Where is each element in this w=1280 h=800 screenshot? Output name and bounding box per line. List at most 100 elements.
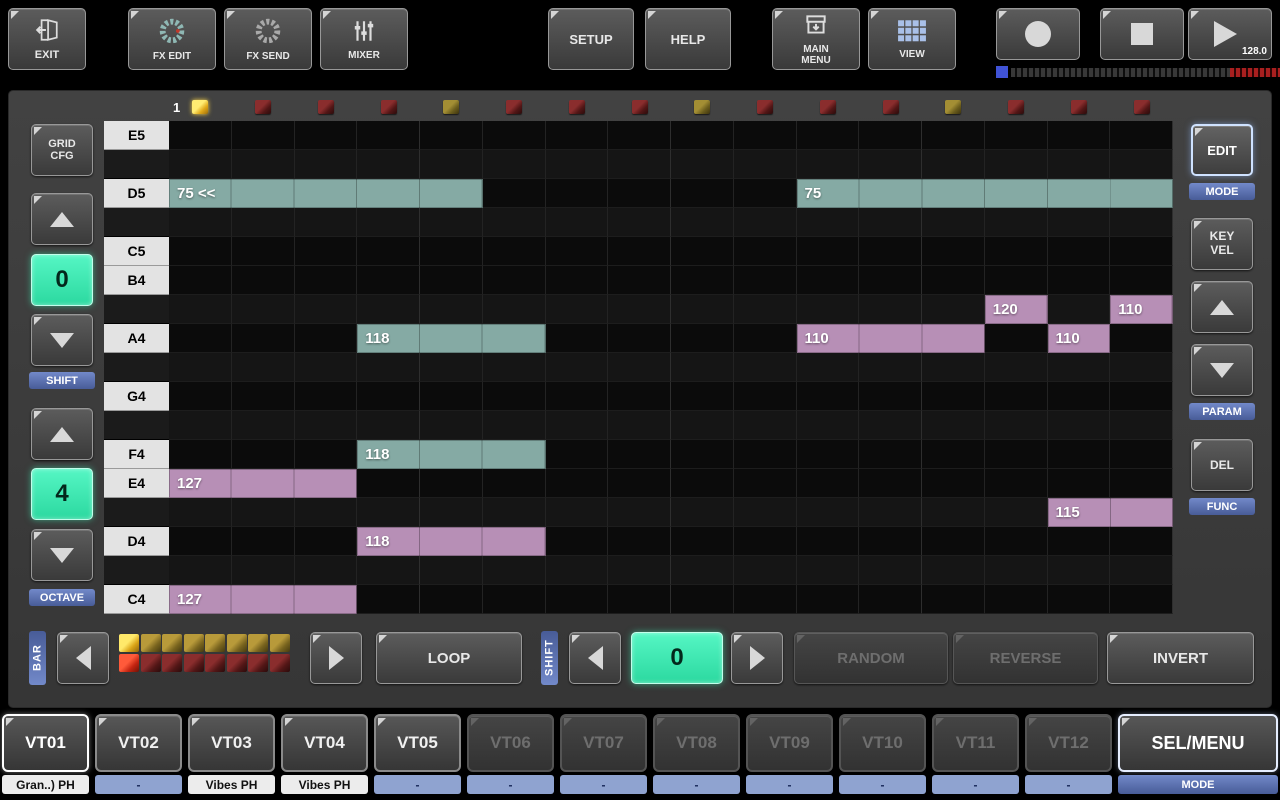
grid-cell[interactable] bbox=[671, 411, 734, 440]
grid-cell[interactable] bbox=[546, 440, 609, 469]
grid-cell[interactable] bbox=[922, 440, 985, 469]
grid-cell[interactable] bbox=[671, 585, 734, 614]
grid-cell[interactable] bbox=[483, 266, 546, 295]
grid-cell[interactable] bbox=[232, 121, 295, 150]
grid-cell[interactable] bbox=[859, 440, 922, 469]
grid-cell[interactable] bbox=[985, 527, 1048, 556]
step-marker-icon[interactable] bbox=[820, 100, 836, 114]
note[interactable]: 75 bbox=[797, 179, 1174, 208]
grid-cell[interactable] bbox=[1048, 440, 1111, 469]
grid-cell[interactable] bbox=[232, 295, 295, 324]
grid-cell[interactable] bbox=[169, 353, 232, 382]
grid-cell[interactable] bbox=[546, 382, 609, 411]
grid-cell[interactable] bbox=[797, 440, 860, 469]
grid-cell[interactable] bbox=[546, 266, 609, 295]
grid-cell[interactable] bbox=[671, 237, 734, 266]
fx-send-button[interactable]: FX SEND bbox=[224, 8, 312, 70]
grid-cell[interactable] bbox=[420, 295, 483, 324]
grid-cell[interactable] bbox=[546, 411, 609, 440]
grid-cell[interactable] bbox=[546, 237, 609, 266]
grid-cell[interactable] bbox=[671, 440, 734, 469]
piano-key-black[interactable] bbox=[104, 353, 169, 382]
grid-cell[interactable] bbox=[483, 208, 546, 237]
grid-cell[interactable] bbox=[859, 469, 922, 498]
grid-cell[interactable] bbox=[734, 556, 797, 585]
fx-edit-button[interactable]: FX EDIT bbox=[128, 8, 216, 70]
shift-down-button[interactable] bbox=[31, 314, 93, 366]
note[interactable]: 110 bbox=[797, 324, 985, 353]
grid-cell[interactable] bbox=[859, 411, 922, 440]
step-marker-icon[interactable] bbox=[506, 100, 522, 114]
grid-cell[interactable] bbox=[922, 295, 985, 324]
grid-cell[interactable] bbox=[1110, 440, 1173, 469]
track-tab-vt03[interactable]: VT03 bbox=[188, 714, 275, 772]
note[interactable]: 120 bbox=[985, 295, 1048, 324]
track-tab-vt01[interactable]: VT01 bbox=[2, 714, 89, 772]
grid-cell[interactable] bbox=[357, 556, 420, 585]
grid-cell[interactable] bbox=[546, 353, 609, 382]
grid-cell[interactable] bbox=[608, 585, 671, 614]
grid-cell[interactable] bbox=[295, 382, 358, 411]
grid-cell[interactable] bbox=[1048, 208, 1111, 237]
grid-cell[interactable] bbox=[671, 498, 734, 527]
bar-cell[interactable] bbox=[162, 634, 182, 652]
grid-cell[interactable] bbox=[922, 556, 985, 585]
step-marker-icon[interactable] bbox=[757, 100, 773, 114]
grid-cell[interactable] bbox=[295, 295, 358, 324]
grid-cell[interactable] bbox=[232, 440, 295, 469]
reverse-button[interactable]: REVERSE bbox=[953, 632, 1098, 684]
bar-cell[interactable] bbox=[119, 634, 139, 652]
grid-cell[interactable] bbox=[734, 237, 797, 266]
grid-cell[interactable] bbox=[608, 411, 671, 440]
grid-cell[interactable] bbox=[483, 353, 546, 382]
grid-cell[interactable] bbox=[922, 585, 985, 614]
note[interactable]: 118 bbox=[357, 527, 545, 556]
grid-cell[interactable] bbox=[295, 237, 358, 266]
grid-cell[interactable] bbox=[1048, 411, 1111, 440]
grid-cell[interactable] bbox=[420, 469, 483, 498]
grid-cell[interactable] bbox=[546, 469, 609, 498]
grid-cell[interactable] bbox=[922, 150, 985, 179]
grid-cell[interactable] bbox=[169, 498, 232, 527]
grid-cell[interactable] bbox=[546, 121, 609, 150]
grid-cell[interactable] bbox=[671, 266, 734, 295]
grid-cell[interactable] bbox=[232, 324, 295, 353]
grid-cell[interactable] bbox=[295, 411, 358, 440]
piano-key-black[interactable] bbox=[104, 498, 169, 527]
grid-cell[interactable] bbox=[420, 353, 483, 382]
bar-cell[interactable] bbox=[227, 634, 247, 652]
grid-cell[interactable] bbox=[169, 440, 232, 469]
view-button[interactable]: VIEW bbox=[868, 8, 956, 70]
grid-cell[interactable] bbox=[483, 498, 546, 527]
grid-cell[interactable] bbox=[985, 353, 1048, 382]
grid-cell[interactable] bbox=[420, 585, 483, 614]
grid-cell[interactable] bbox=[546, 585, 609, 614]
grid-cell[interactable] bbox=[734, 121, 797, 150]
grid-cell[interactable] bbox=[1048, 121, 1111, 150]
track-tab-vt08[interactable]: VT08 bbox=[653, 714, 740, 772]
grid-cell[interactable] bbox=[232, 498, 295, 527]
grid-cell[interactable] bbox=[483, 150, 546, 179]
grid-cell[interactable] bbox=[1110, 382, 1173, 411]
grid-cell[interactable] bbox=[797, 150, 860, 179]
grid-cell[interactable] bbox=[985, 498, 1048, 527]
grid-cell[interactable] bbox=[483, 556, 546, 585]
piano-key-G4[interactable]: G4 bbox=[104, 382, 169, 411]
grid-cell[interactable] bbox=[608, 121, 671, 150]
bar-cell[interactable] bbox=[248, 634, 268, 652]
grid-cell[interactable] bbox=[859, 353, 922, 382]
step-marker-icon[interactable] bbox=[381, 100, 397, 114]
grid-cell[interactable] bbox=[734, 324, 797, 353]
track-tab-vt11[interactable]: VT11 bbox=[932, 714, 1019, 772]
grid-cell[interactable] bbox=[797, 585, 860, 614]
grid-cell[interactable] bbox=[357, 237, 420, 266]
step-marker-icon[interactable] bbox=[1008, 100, 1024, 114]
grid-cell[interactable] bbox=[859, 585, 922, 614]
grid-cell[interactable] bbox=[483, 295, 546, 324]
grid-cell[interactable] bbox=[608, 498, 671, 527]
grid-cell[interactable] bbox=[859, 266, 922, 295]
grid-cell[interactable] bbox=[985, 237, 1048, 266]
grid-cell[interactable] bbox=[232, 527, 295, 556]
piano-key-E5[interactable]: E5 bbox=[104, 121, 169, 150]
grid-cell[interactable] bbox=[671, 382, 734, 411]
